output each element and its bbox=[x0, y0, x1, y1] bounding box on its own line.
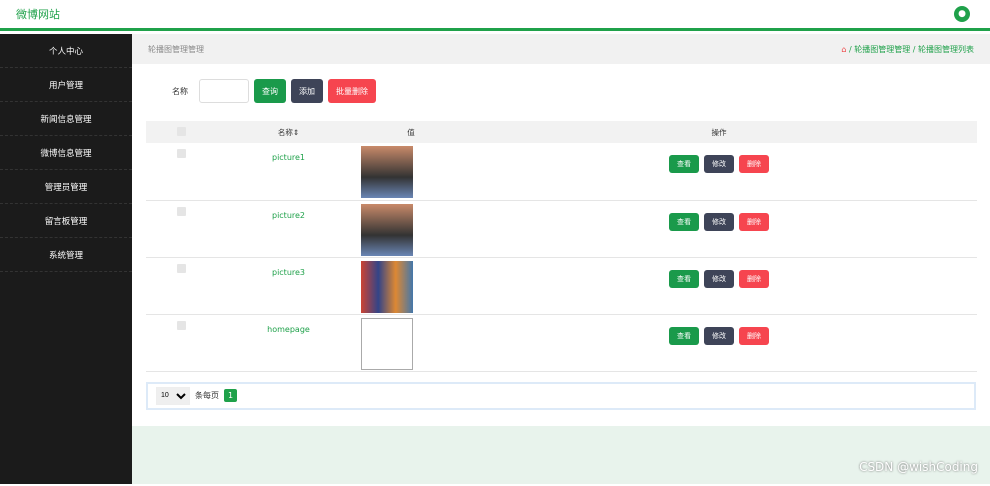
header-actions: 操作 bbox=[461, 121, 977, 143]
sidebar-item[interactable]: 微博信息管理 bbox=[0, 136, 132, 170]
delete-button[interactable]: 删除 bbox=[739, 155, 769, 173]
view-button[interactable]: 查看 bbox=[669, 269, 699, 288]
row-checkbox[interactable] bbox=[176, 263, 186, 273]
breadcrumb-item[interactable]: 轮播图管理管理 bbox=[854, 45, 910, 54]
sidebar-item[interactable]: 系统管理 bbox=[0, 238, 132, 272]
batch-delete-button[interactable]: 批量删除 bbox=[328, 79, 376, 103]
header-value: 值 bbox=[361, 121, 461, 143]
sidebar-item[interactable]: 个人中心 bbox=[0, 34, 132, 68]
view-button[interactable]: 查看 bbox=[669, 155, 699, 173]
delete-button[interactable]: 删除 bbox=[739, 269, 769, 288]
select-all-checkbox[interactable] bbox=[176, 126, 186, 136]
edit-button[interactable]: 修改 bbox=[704, 269, 734, 288]
thumbnail-image bbox=[361, 146, 413, 198]
view-button[interactable]: 查看 bbox=[669, 212, 699, 231]
sidebar-item[interactable]: 管理员管理 bbox=[0, 170, 132, 204]
home-icon[interactable]: ⌂ bbox=[841, 45, 846, 54]
breadcrumb-item: 轮播图管理列表 bbox=[918, 44, 974, 54]
edit-button[interactable]: 修改 bbox=[704, 326, 734, 345]
top-bar: 微博网站 ● bbox=[0, 0, 990, 31]
brand: 微博网站 bbox=[16, 8, 60, 21]
watermark: CSDN @wishCoding bbox=[859, 460, 978, 474]
row-name: picture2 bbox=[216, 200, 361, 258]
sidebar-item[interactable]: 新闻信息管理 bbox=[0, 102, 132, 136]
sidebar-item[interactable]: 用户管理 bbox=[0, 68, 132, 102]
data-table: 名称⇕ 值操作 picture1 查看 修改 删除 picture2 查看 修改 删除 pictu… bbox=[146, 121, 977, 372]
delete-button[interactable]: 删除 bbox=[739, 212, 769, 231]
broken-image bbox=[361, 317, 413, 370]
row-checkbox[interactable] bbox=[176, 149, 186, 158]
sidebar: 个人中心 用户管理 新闻信息管理 微博信息管理 管理员管理 留言板管理 系统管理 bbox=[0, 34, 132, 484]
row-checkbox[interactable] bbox=[176, 206, 186, 216]
delete-button[interactable]: 删除 bbox=[739, 326, 769, 345]
view-button[interactable]: 查看 bbox=[669, 326, 699, 345]
page-title: 轮播图管理管理 bbox=[148, 44, 204, 54]
breadcrumb: ⌂ / 轮播图管理管理 / 轮播图管理列表 bbox=[841, 44, 974, 54]
table-row: picture2 查看 修改 删除 bbox=[146, 200, 977, 258]
thumbnail-image bbox=[361, 260, 413, 313]
edit-button[interactable]: 修改 bbox=[704, 155, 734, 173]
page-size-select[interactable]: 10 bbox=[156, 386, 190, 405]
main: 轮播图管理管理 ⌂ / 轮播图管理管理 / 轮播图管理列表 名称 查询 添加 批… bbox=[132, 34, 990, 484]
edit-button[interactable]: 修改 bbox=[704, 212, 734, 231]
name-input[interactable] bbox=[199, 79, 249, 103]
header-name[interactable]: 名称⇕ bbox=[216, 121, 361, 143]
user-icon[interactable]: ● bbox=[954, 6, 970, 22]
name-label: 名称 bbox=[172, 86, 188, 96]
row-name: picture1 bbox=[216, 143, 361, 201]
table-row: homepage 查看 修改 删除 bbox=[146, 314, 977, 372]
thumbnail-image bbox=[361, 203, 413, 256]
add-button[interactable]: 添加 bbox=[291, 79, 323, 103]
per-page-label: 条每页 bbox=[195, 391, 219, 400]
row-name: picture3 bbox=[216, 257, 361, 315]
row-checkbox[interactable] bbox=[176, 320, 186, 330]
query-button[interactable]: 查询 bbox=[254, 79, 286, 103]
table-row: picture1 查看 修改 删除 bbox=[146, 143, 977, 201]
pagination: 10 条每页 1 bbox=[146, 381, 976, 410]
table-row: picture3 查看 修改 删除 bbox=[146, 257, 977, 315]
sidebar-item[interactable]: 留言板管理 bbox=[0, 204, 132, 238]
page-1-button[interactable]: 1 bbox=[224, 389, 238, 402]
row-name: homepage bbox=[216, 314, 361, 372]
